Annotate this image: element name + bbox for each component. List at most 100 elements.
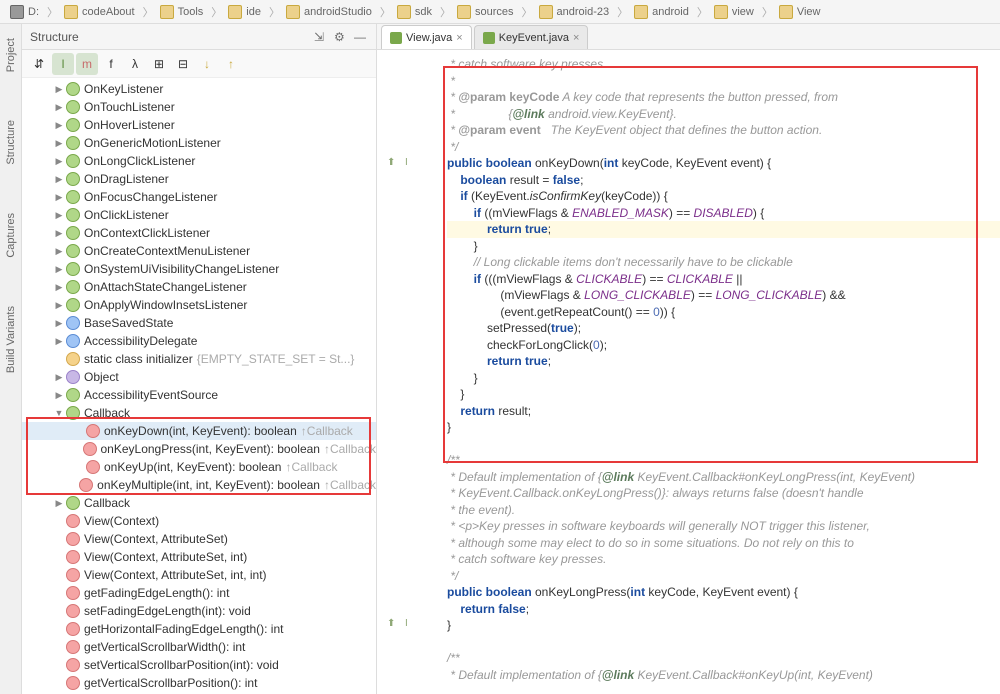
tree-item[interactable]: onKeyLongPress(int, KeyEvent): boolean↑C… [22, 440, 376, 458]
breadcrumb-item[interactable]: ide [224, 3, 265, 21]
impl-gutter-icon[interactable]: I [405, 155, 408, 172]
breadcrumb-item[interactable]: Tools [156, 3, 208, 21]
editor-tab[interactable]: KeyEvent.java× [474, 25, 589, 49]
tree-arrow-icon[interactable]: ▶ [54, 300, 64, 311]
tree-arrow-icon[interactable]: ▶ [54, 228, 64, 239]
tree-item[interactable]: getHorizontalFadingEdgeLength(): int [22, 620, 376, 638]
tree-item[interactable]: setFadingEdgeLength(int): void [22, 602, 376, 620]
interface-icon [66, 280, 80, 294]
tree-label: OnSystemUiVisibilityChangeListener [84, 262, 279, 276]
sidebar-tab-build-variants[interactable]: Build Variants [3, 302, 19, 377]
sort-alpha-button[interactable]: ⇵ [28, 53, 50, 75]
tree-item[interactable]: ▶ BaseSavedState [22, 314, 376, 332]
sidebar-tab-structure[interactable]: Structure [3, 116, 19, 169]
tree-item[interactable]: ▶OnGenericMotionListener [22, 134, 376, 152]
tree-item[interactable]: onKeyUp(int, KeyEvent): boolean↑Callback [22, 458, 376, 476]
tree-arrow-icon[interactable]: ▶ [54, 498, 64, 509]
method-icon [79, 478, 93, 492]
override-gutter-icon[interactable]: ⬆ [387, 155, 395, 172]
tree-arrow-icon[interactable]: ▶ [54, 138, 64, 149]
hide-icon[interactable]: — [354, 30, 368, 44]
tree-item[interactable]: ▶ AccessibilityEventSource [22, 386, 376, 404]
tree-item[interactable]: getVerticalScrollbarPosition(): int [22, 674, 376, 692]
code-line: return false; [447, 601, 1000, 618]
filter-method-button[interactable]: m [76, 53, 98, 75]
editor-tab[interactable]: View.java× [381, 25, 472, 49]
tree-item[interactable]: ▶OnAttachStateChangeListener [22, 278, 376, 296]
breadcrumb-item[interactable]: android [630, 3, 693, 21]
tree-item[interactable]: onKeyDown(int, KeyEvent): boolean↑Callba… [22, 422, 376, 440]
tree-item[interactable]: View(Context, AttributeSet) [22, 530, 376, 548]
collapse-icon[interactable]: ⇲ [314, 30, 328, 44]
tree-arrow-icon[interactable]: ▶ [54, 84, 64, 95]
breadcrumb-item[interactable]: androidStudio [282, 3, 376, 21]
tree-item[interactable]: ▼Callback [22, 404, 376, 422]
breadcrumb-item[interactable]: sources [453, 3, 518, 21]
breadcrumb-item[interactable]: codeAbout [60, 3, 139, 21]
breadcrumb-item[interactable]: sdk [393, 3, 436, 21]
tree-label: BaseSavedState [84, 316, 173, 330]
tree-arrow-icon[interactable]: ▶ [54, 264, 64, 275]
breadcrumb-item[interactable]: D: [6, 3, 43, 21]
autoscroll-source-button[interactable]: ↑ [220, 53, 242, 75]
autoscroll-button[interactable]: ↓ [196, 53, 218, 75]
tree-item[interactable]: getFadingEdgeLength(): int [22, 584, 376, 602]
tree-arrow-icon[interactable]: ▼ [54, 408, 64, 418]
expand-all-button[interactable]: ⊞ [148, 53, 170, 75]
tree-label: AccessibilityEventSource [84, 388, 218, 402]
tree-item[interactable]: ▶OnTouchListener [22, 98, 376, 116]
close-icon[interactable]: × [456, 32, 462, 44]
editor-tab-bar: View.java×KeyEvent.java× [377, 24, 1000, 50]
chevron-right-icon: 〉 [697, 4, 708, 20]
tree-arrow-icon[interactable]: ▶ [54, 192, 64, 203]
tree-arrow-icon[interactable]: ▶ [54, 318, 64, 329]
tree-arrow-icon[interactable]: ▶ [54, 102, 64, 113]
breadcrumb-item[interactable]: android-23 [535, 3, 614, 21]
tree-item[interactable]: ▶AccessibilityDelegate [22, 332, 376, 350]
tree-item[interactable]: onKeyMultiple(int, int, KeyEvent): boole… [22, 476, 376, 494]
tree-item[interactable]: static class initializer{EMPTY_STATE_SET… [22, 350, 376, 368]
gear-icon[interactable]: ⚙ [334, 30, 348, 44]
filter-interface-button[interactable]: I [52, 53, 74, 75]
close-icon[interactable]: × [573, 32, 579, 44]
tree-item[interactable]: ▶Callback [22, 494, 376, 512]
tree-arrow-icon[interactable]: ▶ [54, 120, 64, 131]
tree-item[interactable]: setVerticalScrollbarPosition(int): void [22, 656, 376, 674]
breadcrumb-item[interactable]: View [775, 3, 825, 21]
tree-item[interactable]: View(Context, AttributeSet, int) [22, 548, 376, 566]
tree-arrow-icon[interactable]: ▶ [54, 282, 64, 293]
impl-gutter-icon[interactable]: I [405, 616, 408, 633]
tree-item[interactable]: View(Context, AttributeSet, int, int) [22, 566, 376, 584]
tree-item[interactable]: ▶OnHoverListener [22, 116, 376, 134]
tree-arrow-icon[interactable]: ▶ [54, 246, 64, 257]
tree-item[interactable]: ▶OnContextClickListener [22, 224, 376, 242]
tree-item[interactable]: ▶ OnSystemUiVisibilityChangeListener [22, 260, 376, 278]
show-inherited-button[interactable]: λ [124, 53, 146, 75]
show-fields-button[interactable]: f [100, 53, 122, 75]
structure-tree[interactable]: ▶OnKeyListener▶OnTouchListener▶OnHoverLi… [22, 78, 376, 694]
tree-arrow-icon[interactable]: ▶ [54, 390, 64, 401]
override-gutter-icon[interactable]: ⬆ [387, 616, 395, 633]
tree-arrow-icon[interactable]: ▶ [54, 336, 64, 347]
tree-arrow-icon[interactable]: ▶ [54, 372, 64, 383]
tree-item[interactable]: View(Context) [22, 512, 376, 530]
tree-item[interactable]: ▶OnKeyListener [22, 80, 376, 98]
tree-item[interactable]: ▶OnLongClickListener [22, 152, 376, 170]
tree-item[interactable]: ▶OnDragListener [22, 170, 376, 188]
tree-item[interactable]: ▶OnClickListener [22, 206, 376, 224]
collapse-all-button[interactable]: ⊟ [172, 53, 194, 75]
tree-item[interactable]: getVerticalScrollbarWidth(): int [22, 638, 376, 656]
tree-arrow-icon[interactable]: ▶ [54, 210, 64, 221]
tree-arrow-icon[interactable]: ▶ [54, 174, 64, 185]
breadcrumb-item[interactable]: view [710, 3, 758, 21]
sidebar-tab-captures[interactable]: Captures [3, 209, 19, 262]
tree-item[interactable]: ▶Object [22, 368, 376, 386]
tree-item[interactable]: ▶OnFocusChangeListener [22, 188, 376, 206]
method-icon [66, 640, 80, 654]
breadcrumb-label: ide [246, 6, 261, 18]
sidebar-tab-project[interactable]: Project [3, 34, 19, 76]
tree-item[interactable]: ▶OnCreateContextMenuListener [22, 242, 376, 260]
tree-item[interactable]: ▶OnApplyWindowInsetsListener [22, 296, 376, 314]
tree-arrow-icon[interactable]: ▶ [54, 156, 64, 167]
code-editor[interactable]: ⬆ I ⬆ I * catch software key presses. * … [377, 50, 1000, 694]
